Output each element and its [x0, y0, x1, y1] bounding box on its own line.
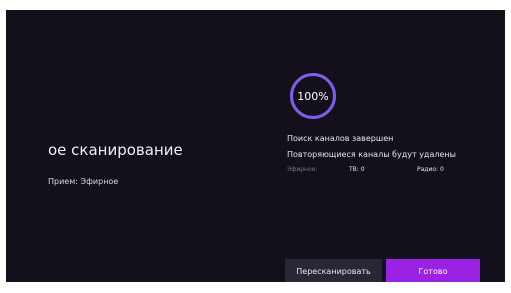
tv-count: ТВ: 0: [349, 166, 365, 173]
status-complete: Поиск каналов завершен: [287, 134, 394, 143]
source-label: Эфирное:: [287, 166, 318, 173]
scan-screen: ое сканирование Прием: Эфирное 100% Поис…: [6, 10, 505, 282]
reception-type: Прием: Эфирное: [48, 177, 119, 186]
status-duplicates: Повторяющиеся каналы будут удалены: [287, 150, 456, 159]
rescan-button[interactable]: Пересканировать: [285, 259, 382, 282]
channel-counts: Эфирное: ТВ: 0 Радио: 0: [287, 166, 452, 176]
scan-title: ое сканирование: [48, 141, 183, 159]
done-button[interactable]: Готово: [386, 259, 480, 282]
progress-percent: 100%: [297, 89, 329, 103]
progress-ring: 100%: [288, 71, 338, 121]
radio-count: Радио: 0: [417, 166, 444, 173]
